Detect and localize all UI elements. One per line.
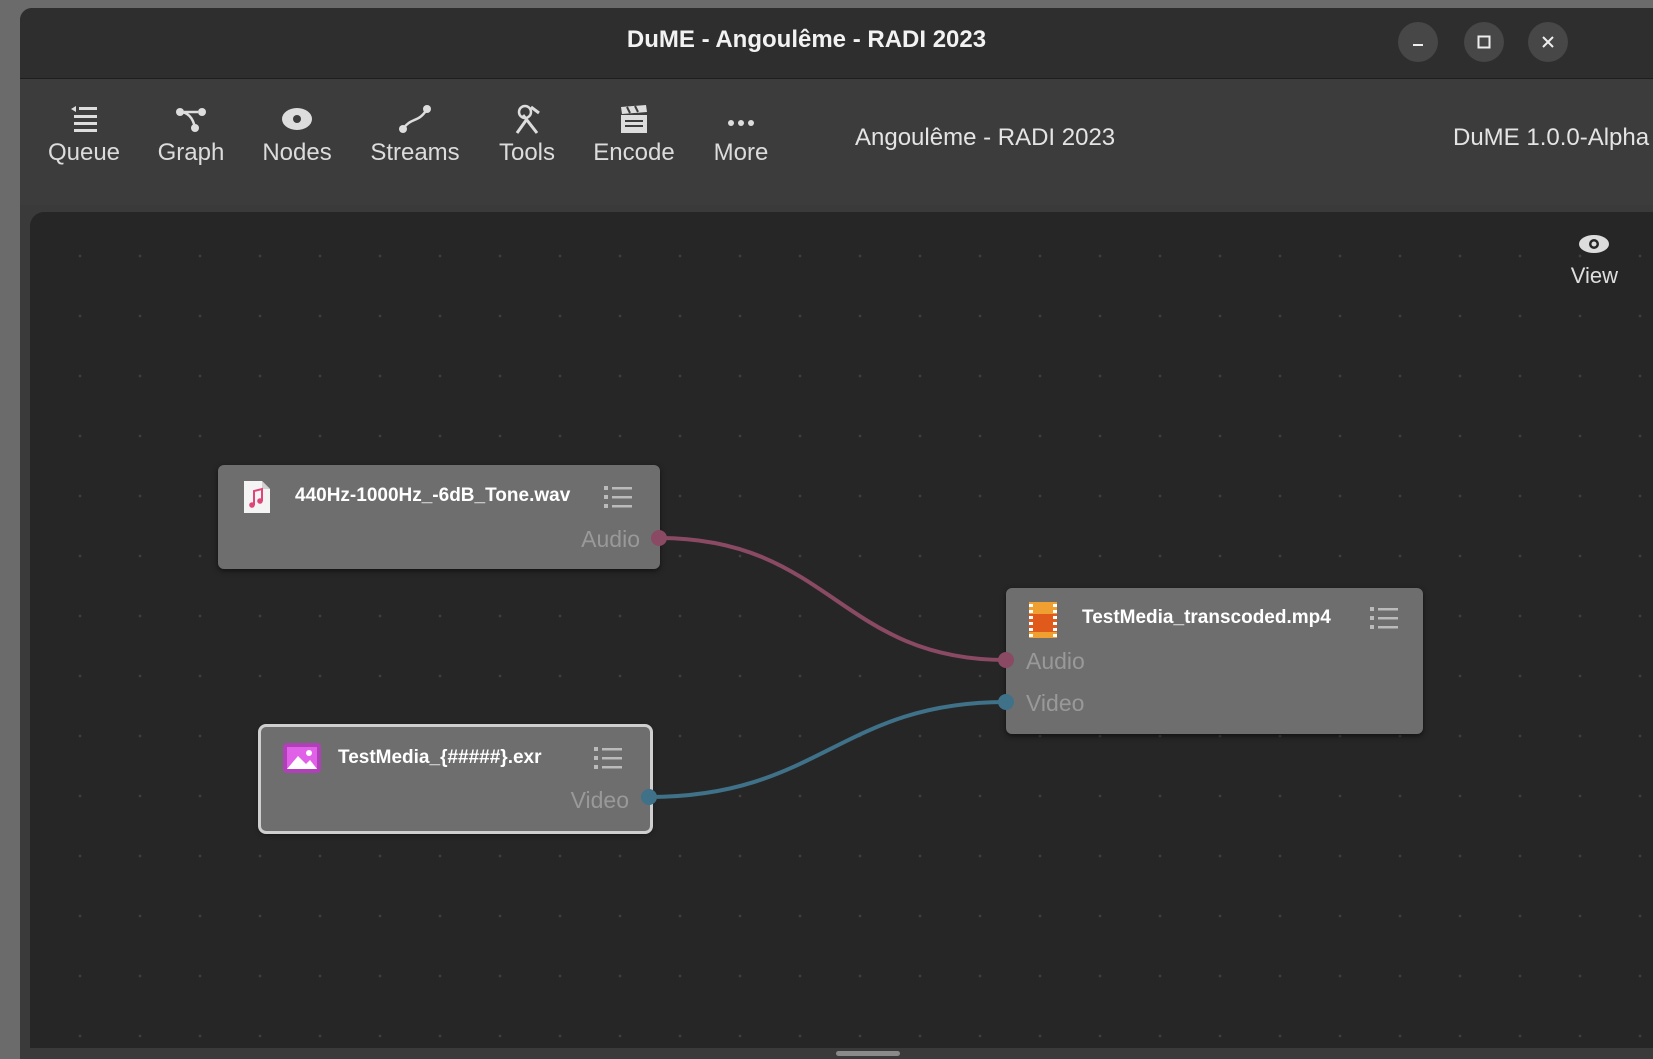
- node-output[interactable]: TestMedia_transcoded.mp4 Audio Video: [1006, 588, 1423, 734]
- eye-icon: [1579, 235, 1610, 253]
- queue-icon: [71, 106, 97, 132]
- node-audio-input[interactable]: 440Hz-1000Hz_-6dB_Tone.wav Audio: [218, 465, 660, 569]
- list-icon: [594, 747, 622, 769]
- node-menu-button[interactable]: [592, 744, 624, 777]
- node-graph-canvas[interactable]: View 440Hz-1000Hz_-6dB_Tone.wav Audio Te…: [30, 212, 1653, 1048]
- node-image-input[interactable]: TestMedia_{#####}.exr Video: [258, 724, 653, 834]
- toolbar: Queue Graph Nodes Streams Tools Encode M…: [20, 79, 1653, 205]
- graph-icon: [176, 108, 206, 132]
- minimize-button[interactable]: [1398, 22, 1438, 62]
- image-file-icon: [282, 742, 322, 779]
- maximize-button[interactable]: [1464, 22, 1504, 62]
- port-video-out-label: Video: [570, 787, 629, 813]
- nodes-button[interactable]: Nodes: [247, 101, 347, 167]
- queue-label: Queue: [47, 139, 121, 166]
- video-file-icon: [1028, 600, 1058, 645]
- queue-button[interactable]: Queue: [34, 101, 134, 167]
- close-button[interactable]: [1528, 22, 1568, 62]
- list-icon: [604, 486, 632, 508]
- port-video-in-label: Video: [1026, 690, 1085, 716]
- streams-label: Streams: [370, 139, 460, 166]
- graph-button[interactable]: Graph: [141, 101, 241, 167]
- audio-file-icon: [242, 479, 272, 520]
- node-menu-button[interactable]: [1368, 604, 1400, 637]
- node-title: TestMedia_{#####}.exr: [338, 747, 542, 768]
- app-window: DuME - Angoulême - RADI 2023 Queue Graph: [20, 8, 1653, 1059]
- node-menu-button[interactable]: [602, 483, 634, 516]
- tools-icon: [515, 104, 540, 134]
- close-icon: [1542, 36, 1554, 48]
- port-audio-in-label: Audio: [1026, 648, 1085, 674]
- tools-label: Tools: [498, 139, 556, 166]
- node-title: TestMedia_transcoded.mp4: [1082, 607, 1331, 628]
- project-name: Angoulême - RADI 2023: [855, 124, 1116, 151]
- nodes-icon: [282, 108, 312, 130]
- nodes-label: Nodes: [262, 139, 332, 166]
- streams-icon: [399, 105, 431, 133]
- window-title: DuME - Angoulême - RADI 2023: [626, 26, 987, 53]
- resize-handle[interactable]: [836, 1051, 900, 1056]
- view-label: View: [1570, 263, 1618, 288]
- more-icon: [728, 120, 754, 126]
- port-audio-out-label: Audio: [581, 526, 640, 552]
- node-title: 440Hz-1000Hz_-6dB_Tone.wav: [295, 485, 571, 506]
- streams-button[interactable]: Streams: [365, 101, 465, 167]
- minimize-icon: [1413, 44, 1423, 46]
- encode-label: Encode: [593, 139, 675, 166]
- more-button[interactable]: More: [691, 101, 791, 167]
- app-version: DuME 1.0.0-Alpha: [1453, 124, 1650, 151]
- graph-label: Graph: [157, 139, 225, 166]
- view-button[interactable]: View: [1571, 232, 1618, 289]
- list-icon: [1370, 607, 1398, 629]
- maximize-icon: [1477, 35, 1491, 49]
- tools-button[interactable]: Tools: [477, 101, 577, 167]
- encode-icon: [621, 105, 647, 133]
- encode-button[interactable]: Encode: [584, 101, 684, 167]
- more-label: More: [713, 139, 769, 166]
- title-bar[interactable]: DuME - Angoulême - RADI 2023: [20, 8, 1653, 79]
